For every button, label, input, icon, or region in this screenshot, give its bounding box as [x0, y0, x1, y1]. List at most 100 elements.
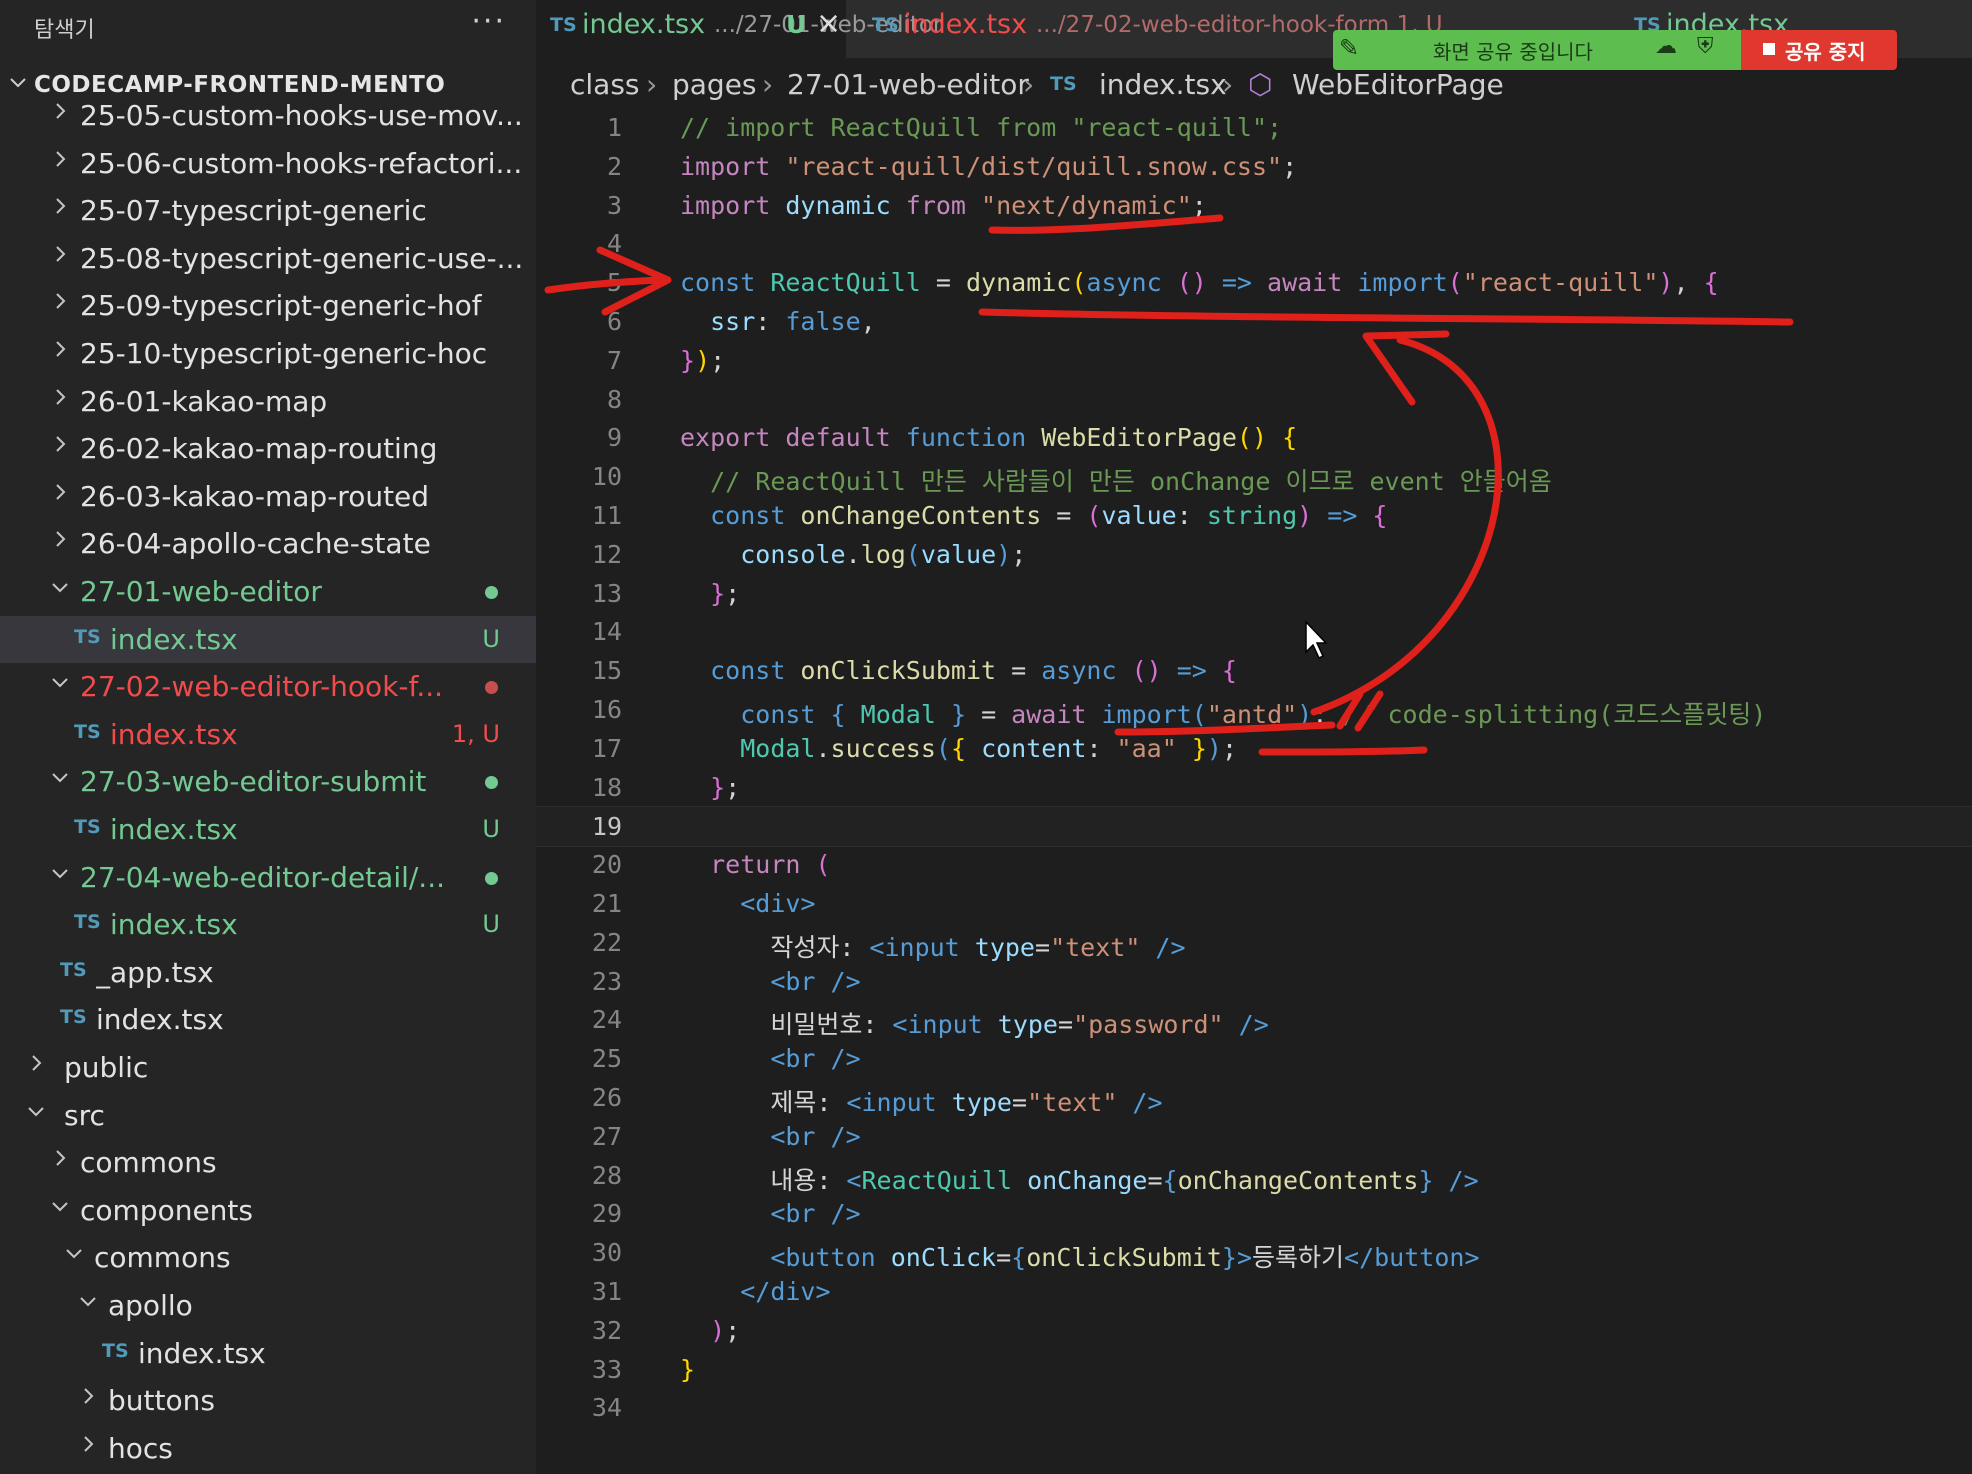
breadcrumb-item-pages[interactable]: pages — [672, 68, 757, 101]
tree-folder[interactable]: 25-10-typescript-generic-hoc — [0, 330, 536, 377]
code-line[interactable]: 6 ssr: false, — [536, 302, 1972, 341]
tree-folder[interactable]: 26-02-kakao-map-routing — [0, 425, 536, 472]
breadcrumb-item-folder[interactable]: 27-01-web-editor — [787, 68, 1029, 101]
code-line[interactable]: 32 ); — [536, 1311, 1972, 1350]
line-number: 21 — [591, 889, 622, 918]
tab-index-27-01[interactable]: TS index.tsx .../27-01-web-editor U × — [536, 0, 942, 58]
tree-folder[interactable]: 25-05-custom-hooks-use-mov... — [0, 92, 536, 139]
line-number: 34 — [591, 1393, 622, 1423]
code-line[interactable]: 19 — [536, 806, 1972, 848]
code-line[interactable]: 28 내용: <ReactQuill onChange={onChangeCon… — [536, 1156, 1972, 1195]
tree-folder[interactable]: 25-09-typescript-generic-hof — [0, 282, 536, 329]
code-line[interactable]: 16 const { Modal } = await import("antd"… — [536, 690, 1972, 729]
typescript-icon: TS — [872, 14, 899, 36]
code-line[interactable]: 3 import dynamic from "next/dynamic"; — [536, 186, 1972, 225]
breadcrumb-separator: › — [1222, 68, 1234, 101]
stop-sharing-button[interactable]: 공유 중지 — [1741, 30, 1897, 70]
tree-item-label: 26-04-apollo-cache-state — [80, 527, 431, 561]
code-line[interactable]: 20 return ( — [536, 845, 1972, 884]
chevron-right-icon — [50, 1148, 70, 1174]
chevron-down-icon — [78, 1291, 98, 1317]
line-number: 15 — [591, 656, 622, 686]
code-line[interactable]: 13 }; — [536, 574, 1972, 613]
code-line[interactable]: 22 작성자: <input type="text" /> — [536, 923, 1972, 962]
code-line[interactable]: 2 import "react-quill/dist/quill.snow.css… — [536, 147, 1972, 186]
code-line[interactable]: 34 — [536, 1388, 1972, 1427]
tree-file[interactable]: TS index.tsx — [0, 1330, 536, 1377]
tree-folder[interactable]: 26-01-kakao-map — [0, 378, 536, 425]
code-text: } — [680, 1354, 696, 1384]
code-line[interactable]: 18 }; — [536, 768, 1972, 807]
typescript-icon: TS — [74, 625, 101, 648]
tree-folder[interactable]: 25-06-custom-hooks-refactori... — [0, 140, 536, 187]
tree-file[interactable]: TS index.tsx U — [0, 615, 536, 663]
typescript-icon: TS — [550, 14, 577, 36]
code-line[interactable]: 26 제목: <input type="text" /> — [536, 1078, 1972, 1117]
tree-file[interactable]: TS index.tsx — [0, 996, 536, 1043]
code-line[interactable]: 12 console.log(value); — [536, 535, 1972, 574]
chevron-right-icon — [50, 482, 70, 508]
tree-folder[interactable]: commons — [0, 1234, 536, 1281]
tree-folder[interactable]: commons — [0, 1139, 536, 1186]
code-line[interactable]: 25 <br /> — [536, 1039, 1972, 1078]
tree-item-label: components — [80, 1193, 253, 1227]
code-line[interactable]: 30 <button onClick={onClickSubmit}>등록하기<… — [536, 1233, 1972, 1272]
code-line[interactable]: 5 const ReactQuill = dynamic(async () => … — [536, 263, 1972, 302]
explorer-header: 탐색기 ··· — [0, 0, 536, 50]
tree-file[interactable]: TS index.tsx 1, U — [0, 711, 536, 758]
code-text: ); — [710, 1315, 741, 1345]
code-line[interactable]: 24 비밀번호: <input type="password" /> — [536, 1000, 1972, 1039]
code-line[interactable]: 11 const onChangeContents = (value: stri… — [536, 496, 1972, 535]
tree-folder[interactable]: 27-02-web-editor-hook-f... — [0, 663, 536, 710]
code-line[interactable]: 1 // import ReactQuill from "react-quill"… — [536, 108, 1972, 147]
tree-item-label: index.tsx — [110, 908, 238, 942]
tree-file[interactable]: TS index.tsx U — [0, 901, 536, 948]
code-line[interactable]: 14 — [536, 612, 1972, 651]
code-line[interactable]: 23 <br /> — [536, 962, 1972, 1001]
tree-folder[interactable]: 27-01-web-editor — [0, 568, 536, 615]
tree-item-label: hocs — [108, 1431, 173, 1465]
code-line[interactable]: 17 Modal.success({ content: "aa" }); — [536, 729, 1972, 768]
tree-item-label: 25-07-typescript-generic — [80, 194, 427, 228]
tree-folder[interactable]: public — [0, 1044, 536, 1091]
code-line[interactable]: 8 — [536, 380, 1972, 419]
tree-folder[interactable]: components — [0, 1187, 536, 1234]
tree-folder[interactable]: hocs — [0, 1425, 536, 1472]
grip-icon[interactable]: ✎ — [1339, 34, 1359, 62]
code-line[interactable]: 7}); — [536, 341, 1972, 380]
code-line[interactable]: 9 export default function WebEditorPage()… — [536, 418, 1972, 457]
breadcrumb-item-symbol[interactable]: WebEditorPage — [1292, 68, 1504, 101]
tab-index-27-02[interactable]: TS index.tsx .../27-02-web-editor-hook-f… — [846, 0, 1443, 58]
tree-item-label: src — [64, 1098, 105, 1132]
breadcrumb-item-file[interactable]: index.tsx — [1099, 68, 1227, 101]
tree-file[interactable]: TS index.tsx U — [0, 806, 536, 853]
code-line[interactable]: 10 // ReactQuill 만든 사람들이 만든 onChange 이므로… — [536, 457, 1972, 496]
line-number: 28 — [591, 1160, 622, 1190]
close-icon[interactable]: × — [816, 6, 841, 41]
tree-folder[interactable]: 27-03-web-editor-submit — [0, 758, 536, 805]
code-line[interactable]: 4 — [536, 224, 1972, 263]
tree-folder[interactable]: src — [0, 1092, 536, 1139]
line-number: 14 — [591, 617, 622, 647]
tree-folder[interactable]: 25-08-typescript-generic-use-... — [0, 235, 536, 282]
tree-folder[interactable]: apollo — [0, 1282, 536, 1329]
breadcrumb-separator: › — [646, 68, 658, 101]
tree-folder[interactable]: buttons — [0, 1377, 536, 1424]
code-line[interactable]: 31 </div> — [536, 1272, 1972, 1311]
tree-folder[interactable]: 27-04-web-editor-detail/... — [0, 854, 536, 901]
tree-folder[interactable]: 26-03-kakao-map-routed — [0, 473, 536, 520]
breadcrumb-item-class[interactable]: class — [570, 68, 640, 101]
tree-folder[interactable]: 25-07-typescript-generic — [0, 187, 536, 234]
code-line[interactable]: 27 <br /> — [536, 1117, 1972, 1156]
tree-folder[interactable]: 26-04-apollo-cache-state — [0, 520, 536, 567]
tree-file[interactable]: TS _app.tsx — [0, 949, 536, 996]
code-line[interactable]: 15 const onClickSubmit = async () => { — [536, 651, 1972, 690]
code-line[interactable]: 29 <br /> — [536, 1194, 1972, 1233]
code-line[interactable]: 21 <div> — [536, 884, 1972, 923]
more-actions-icon[interactable]: ··· — [471, 4, 506, 39]
line-number: 18 — [591, 772, 622, 802]
chevron-right-icon — [50, 339, 70, 365]
line-number: 33 — [591, 1354, 622, 1384]
code-line[interactable]: 33} — [536, 1350, 1972, 1389]
typescript-icon: TS — [1050, 73, 1077, 95]
